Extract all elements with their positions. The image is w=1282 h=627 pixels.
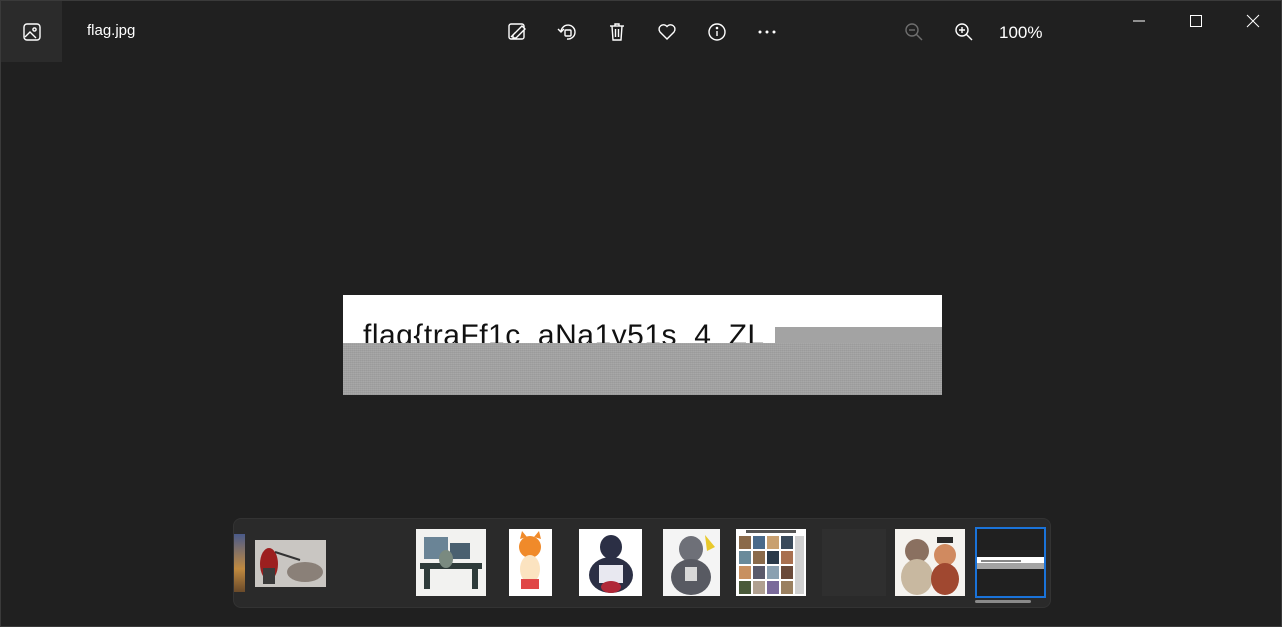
image-corrupted-region	[775, 327, 942, 343]
zoom-in-button[interactable]	[949, 17, 979, 47]
filmstrip-thumbnail[interactable]	[663, 529, 720, 596]
thumbnail-image	[255, 540, 326, 587]
thumbnail-image	[895, 529, 965, 596]
maximize-button[interactable]	[1167, 1, 1224, 41]
thumbnail-image	[977, 529, 1044, 596]
filmstrip-thumbnail[interactable]	[509, 529, 552, 596]
filmstrip-thumbnail[interactable]	[822, 529, 886, 596]
thumbnail-image	[579, 529, 642, 596]
thumbnail-image	[736, 529, 806, 596]
more-options-button[interactable]	[752, 17, 782, 47]
image-canvas[interactable]: flag{traFf1c_aNa1y51s_4_ZL	[343, 295, 942, 395]
filmstrip-thumbnail[interactable]	[416, 529, 486, 596]
filmstrip-thumbnail-selected[interactable]	[975, 527, 1046, 598]
filmstrip-scroll-indicator[interactable]	[975, 600, 1031, 603]
filmstrip-thumbnail[interactable]	[736, 529, 806, 596]
filmstrip	[233, 518, 1051, 608]
file-name: flag.jpg	[87, 22, 136, 39]
filmstrip-thumbnail[interactable]	[895, 529, 965, 596]
info-button[interactable]	[702, 17, 732, 47]
more-options-icon	[758, 30, 776, 34]
filmstrip-thumbnail[interactable]	[579, 529, 642, 596]
rotate-icon	[557, 24, 576, 40]
zoom-in-icon	[955, 23, 973, 41]
edit-image-button[interactable]	[502, 17, 532, 47]
favorite-heart-icon	[658, 24, 676, 40]
rotate-button[interactable]	[552, 17, 582, 47]
photos-window: flag.jpg 100% flag{traFf1c_aNa1y51s_4_ZL	[0, 0, 1282, 627]
close-button[interactable]	[1224, 1, 1281, 41]
thumbnail-image	[663, 529, 720, 596]
minimize-icon	[1132, 20, 1145, 22]
zoom-out-button[interactable]	[899, 17, 929, 47]
zoom-level[interactable]: 100%	[999, 23, 1042, 43]
info-icon	[708, 23, 726, 41]
thumbnail-image	[509, 529, 552, 596]
zoom-out-icon	[905, 23, 923, 41]
delete-icon	[610, 23, 624, 41]
delete-button[interactable]	[602, 17, 632, 47]
command-bar: flag.jpg 100%	[1, 1, 1281, 62]
filmstrip-thumbnail[interactable]	[234, 534, 245, 592]
close-icon	[1246, 14, 1259, 28]
maximize-icon	[1189, 15, 1202, 27]
edit-image-icon	[508, 23, 526, 40]
favorite-button[interactable]	[652, 17, 682, 47]
image-corrupted-band	[343, 343, 942, 395]
filmstrip-thumbnail[interactable]	[255, 540, 326, 587]
thumbnail-image	[416, 529, 486, 596]
photos-app-icon	[22, 22, 41, 41]
minimize-button[interactable]	[1110, 1, 1167, 41]
photos-app-button[interactable]	[1, 1, 62, 62]
